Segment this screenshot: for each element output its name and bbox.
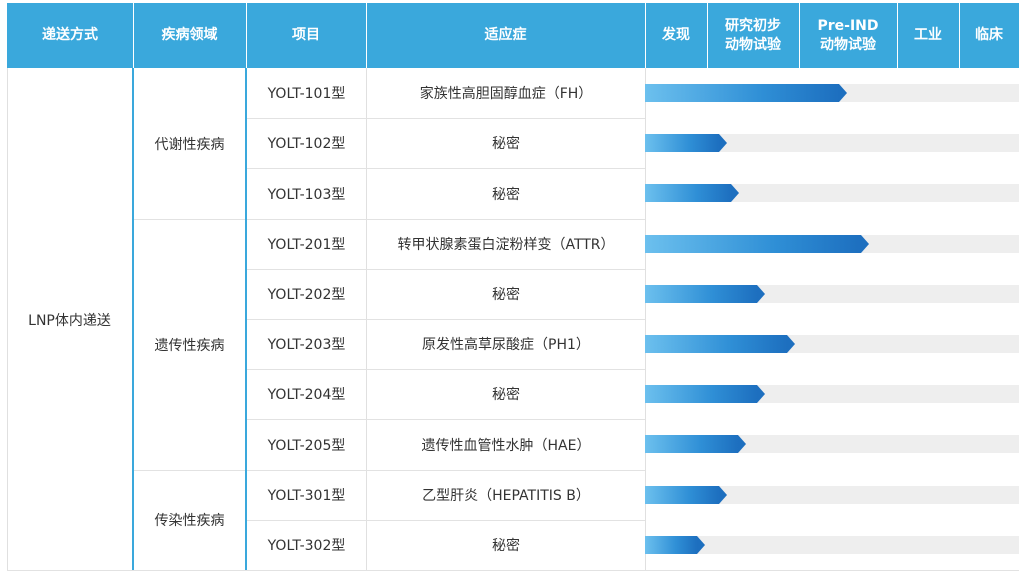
project-label: YOLT-101型 <box>267 86 346 102</box>
header-clinical: 临床 <box>959 3 1019 68</box>
indication-label: 秘密 <box>492 538 520 554</box>
header-indication: 适应症 <box>366 3 645 68</box>
header-preind-line1: Pre-IND <box>817 17 879 34</box>
table-bottom-border <box>7 570 1019 571</box>
project-label: YOLT-205型 <box>267 437 346 454</box>
project-label: YOLT-202型 <box>267 287 346 303</box>
header-research-line1: 研究初步 <box>725 17 781 34</box>
project-cell: YOLT-205型 <box>247 419 366 470</box>
header-divider <box>133 3 134 68</box>
indication-label: 遗传性血管性水肿（HAE） <box>421 437 591 454</box>
progress-bar <box>645 184 739 202</box>
indication-cell: 秘密 <box>367 168 645 219</box>
project-cell: YOLT-203型 <box>247 319 366 369</box>
project-label: YOLT-102型 <box>267 136 346 152</box>
project-cell: YOLT-201型 <box>247 219 366 269</box>
header-industrial-label: 工业 <box>914 27 942 43</box>
project-cell: YOLT-101型 <box>247 68 366 118</box>
indication-label: 原发性高草尿酸症（PH1） <box>422 337 590 353</box>
indication-cell: 原发性高草尿酸症（PH1） <box>367 319 645 369</box>
project-cell: YOLT-301型 <box>247 470 366 520</box>
progress-bar <box>645 435 746 453</box>
header-area-label: 疾病领域 <box>161 27 218 43</box>
indication-cell: 家族性高胆固醇血症（FH） <box>367 68 645 118</box>
header-delivery: 递送方式 <box>7 3 133 68</box>
indication-label: 秘密 <box>492 136 520 152</box>
indication-cell: 秘密 <box>367 369 645 419</box>
progress-bar <box>645 285 765 303</box>
header-clinical-label: 临床 <box>975 27 1003 43</box>
area-divider <box>134 219 245 220</box>
progress-bar <box>645 84 847 102</box>
progress-bar <box>645 335 795 353</box>
header-area: 疾病领域 <box>133 3 246 68</box>
project-label: YOLT-103型 <box>267 186 346 203</box>
indication-cell: 遗传性血管性水肿（HAE） <box>367 419 645 470</box>
header-divider <box>246 3 247 68</box>
header-preind-line2: 动物试验 <box>820 36 876 53</box>
project-cell: YOLT-102型 <box>247 118 366 168</box>
project-cell: YOLT-302型 <box>247 520 366 570</box>
indication-cell: 秘密 <box>367 520 645 570</box>
header-divider <box>799 3 800 68</box>
header-delivery-label: 递送方式 <box>42 27 98 43</box>
indication-label: 家族性高胆固醇血症（FH） <box>419 86 593 102</box>
progress-bar <box>645 134 727 152</box>
indication-label: 秘密 <box>492 387 520 403</box>
area-label-metabolic: 代谢性疾病 <box>154 136 225 153</box>
project-label: YOLT-301型 <box>267 488 346 504</box>
area-label-infectious: 传染性疾病 <box>154 513 225 529</box>
indication-label: 乙型肝炎（HEPATITIS B） <box>422 488 590 504</box>
indication-cell: 转甲状腺素蛋白淀粉样变（ATTR） <box>367 219 645 269</box>
progress-bar <box>645 235 869 253</box>
progress-bar <box>645 536 705 554</box>
area-divider <box>134 470 245 471</box>
area-cell-genetic: 遗传性疾病 <box>134 219 245 470</box>
area-cell-infectious: 传染性疾病 <box>134 470 245 570</box>
header-project: 项目 <box>246 3 366 68</box>
indication-cell: 乙型肝炎（HEPATITIS B） <box>367 470 645 520</box>
delivery-label: LNP体内递送 <box>28 312 111 329</box>
header-discovery-label: 发现 <box>662 27 690 43</box>
header-research-line2: 动物试验 <box>725 36 781 53</box>
header-divider <box>366 3 367 68</box>
header-divider <box>959 3 960 68</box>
indication-cell: 秘密 <box>367 118 645 168</box>
header-divider <box>645 3 646 68</box>
project-cell: YOLT-202型 <box>247 269 366 319</box>
delivery-cell: LNP体内递送 <box>7 68 132 571</box>
area-label-genetic: 遗传性疾病 <box>154 337 225 354</box>
header-divider <box>707 3 708 68</box>
indication-cell: 秘密 <box>367 269 645 319</box>
project-label: YOLT-302型 <box>267 538 346 554</box>
project-label: YOLT-201型 <box>267 237 346 253</box>
project-label: YOLT-204型 <box>267 387 346 403</box>
project-cell: YOLT-103型 <box>247 168 366 219</box>
progress-bar <box>645 385 765 403</box>
indication-label: 秘密 <box>492 186 520 203</box>
header-industrial: 工业 <box>897 3 959 68</box>
project-label: YOLT-203型 <box>267 337 346 353</box>
header-discovery: 发现 <box>645 3 707 68</box>
header-project-label: 项目 <box>292 27 320 43</box>
header-indication-label: 适应症 <box>484 27 527 43</box>
header-research: 研究初步 动物试验 <box>707 3 799 68</box>
pipeline-table: 递送方式 疾病领域 项目 适应症 发现 研究初步 动物试验 Pre-IND 动物… <box>7 3 1019 571</box>
header-preind: Pre-IND 动物试验 <box>799 3 897 68</box>
progress-bar <box>645 486 727 504</box>
area-cell-metabolic: 代谢性疾病 <box>134 68 245 219</box>
indication-label: 转甲状腺素蛋白淀粉样变（ATTR） <box>397 237 615 253</box>
header-divider <box>897 3 898 68</box>
indication-label: 秘密 <box>492 287 520 303</box>
project-cell: YOLT-204型 <box>247 369 366 419</box>
